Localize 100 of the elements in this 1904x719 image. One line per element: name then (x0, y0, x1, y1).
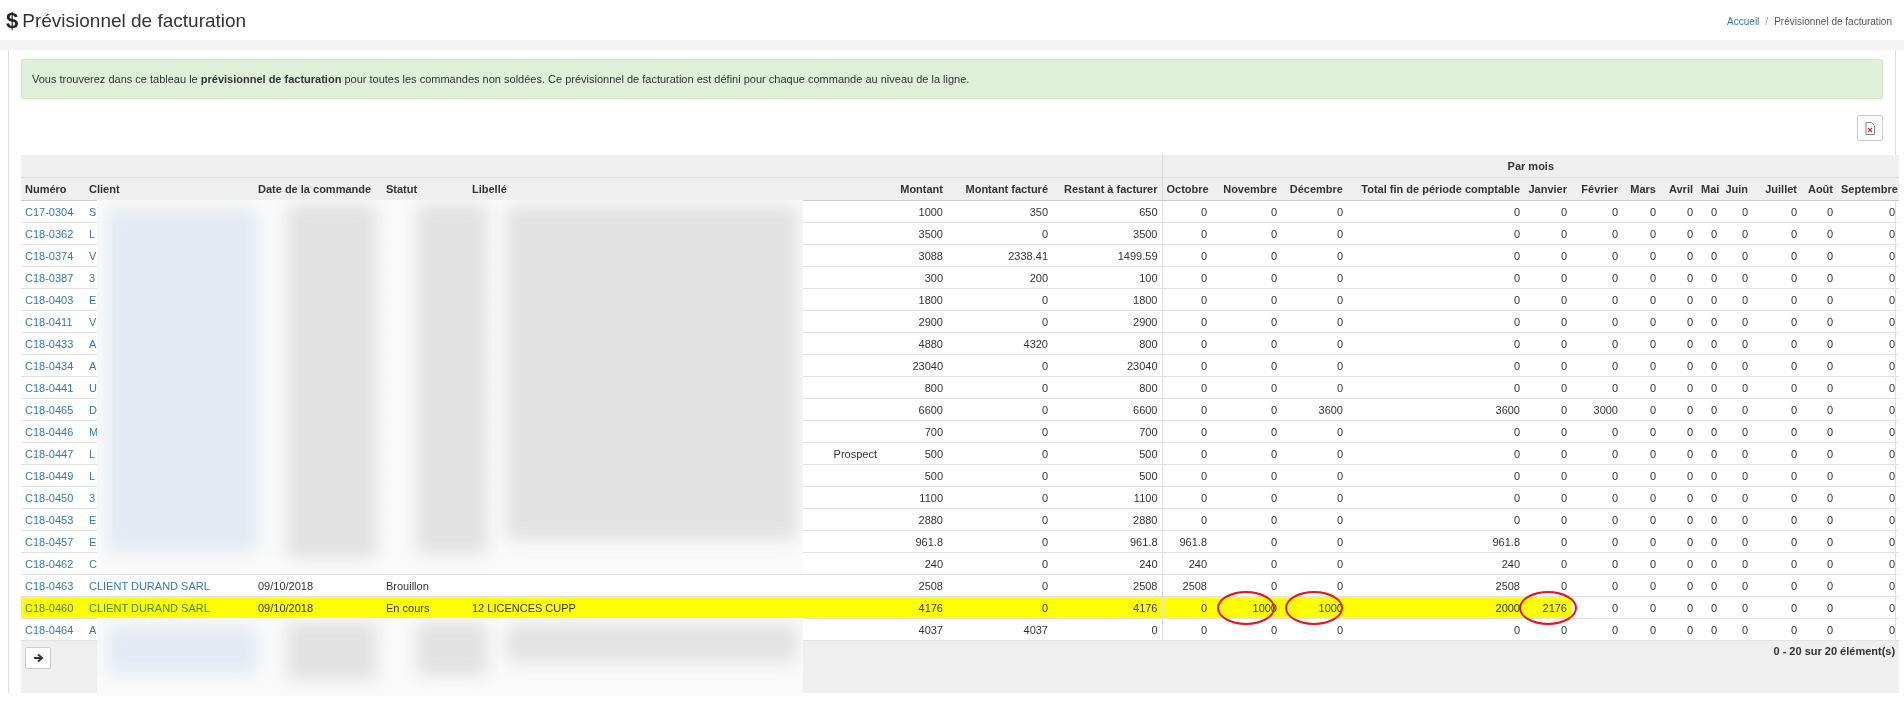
customer-link[interactable]: L (89, 227, 96, 240)
order-link[interactable]: C18-0374 (25, 249, 74, 262)
order-link[interactable]: C18-0463 (25, 579, 74, 592)
amount: 0 (1270, 491, 1277, 504)
column-header[interactable]: Octobre (1162, 177, 1211, 201)
amount: 0 (1686, 491, 1693, 504)
column-header[interactable]: Mai (1697, 177, 1721, 201)
customer-link[interactable]: 3 (89, 271, 96, 284)
amount: 0 (1741, 579, 1748, 592)
column-header[interactable]: Montant facturé (947, 177, 1052, 201)
order-link[interactable]: C18-0411 (25, 315, 73, 328)
column-header[interactable]: Libellé (468, 177, 881, 201)
amount: 4037 (918, 623, 943, 636)
order-link[interactable]: C18-0362 (25, 227, 74, 240)
breadcrumb-link[interactable]: Accueil (1727, 15, 1760, 27)
amount: 0 (1560, 623, 1567, 636)
amount: 0 (1336, 469, 1343, 482)
column-header[interactable]: Client (85, 177, 254, 201)
customer-link[interactable]: 3 (89, 491, 96, 504)
amount: 0 (1270, 293, 1277, 306)
column-header[interactable]: Février (1571, 177, 1622, 201)
order-link[interactable]: C18-0464 (25, 623, 74, 636)
order-link[interactable]: C18-0441 (25, 381, 74, 394)
order-link[interactable]: C18-0465 (25, 403, 74, 416)
order-link[interactable]: C18-0433 (25, 337, 74, 350)
customer-link[interactable]: D (89, 403, 97, 416)
order-link[interactable]: C18-0434 (25, 359, 74, 372)
amount: 0 (1611, 337, 1618, 350)
customer-link[interactable]: A (89, 623, 97, 636)
column-header[interactable]: Mars (1622, 177, 1660, 201)
amount: 200 (1029, 271, 1048, 284)
amount: 0 (1336, 513, 1343, 526)
amount: 0 (1336, 623, 1343, 636)
amount: 0 (1336, 579, 1343, 592)
amount: 0 (1041, 403, 1048, 416)
amount: 0 (1041, 579, 1048, 592)
order-link[interactable]: C17-0304 (25, 205, 74, 218)
amount: 0 (1790, 249, 1797, 262)
customer-link[interactable]: S (89, 205, 97, 218)
column-header[interactable]: Décembre (1281, 177, 1347, 201)
amount: 0 (1649, 249, 1656, 262)
amount: 0 (1826, 249, 1833, 262)
customer-link[interactable]: C (89, 557, 97, 570)
amount: 0 (1041, 425, 1048, 438)
order-link[interactable]: C18-0457 (25, 535, 74, 548)
amount: 0 (1741, 557, 1748, 570)
amount: 0 (1336, 205, 1343, 218)
customer-link[interactable]: V (89, 249, 97, 262)
amount: 0 (1686, 469, 1693, 482)
amount: 0 (1611, 271, 1618, 284)
customer-link[interactable]: CLIENT DURAND SARL (89, 579, 210, 592)
amount: 0 (1560, 425, 1567, 438)
customer-link[interactable]: M (89, 425, 99, 438)
customer-link[interactable]: A (89, 337, 97, 350)
amount: 0 (1826, 623, 1833, 636)
amount: 0 (1889, 623, 1896, 636)
column-header[interactable]: Août (1801, 177, 1837, 201)
amount: 0 (1686, 513, 1693, 526)
amount: 0 (1741, 359, 1748, 372)
column-header[interactable]: Juin (1721, 177, 1752, 201)
customer-link[interactable]: L (89, 469, 96, 482)
order-link[interactable]: C18-0450 (25, 491, 74, 504)
amount: 0 (1560, 227, 1567, 240)
next-button[interactable] (25, 647, 51, 669)
column-header[interactable]: Date de la commande (254, 177, 382, 201)
customer-link[interactable]: E (89, 293, 97, 306)
customer-link[interactable]: U (89, 381, 97, 394)
column-header[interactable]: Restant à facturer (1052, 177, 1162, 201)
column-header[interactable]: Numéro (21, 177, 85, 201)
order-link[interactable]: C18-0446 (25, 425, 74, 438)
order-link[interactable]: C18-0453 (25, 513, 74, 526)
amount: 961.8 (1492, 535, 1520, 548)
customer-link[interactable]: A (89, 359, 97, 372)
column-header[interactable]: Statut (382, 177, 468, 201)
amount: 240 (1501, 557, 1520, 570)
order-link[interactable]: C18-0387 (25, 271, 74, 284)
column-header[interactable]: Avril (1660, 177, 1697, 201)
amount: 1800 (1133, 293, 1158, 306)
customer-link[interactable]: E (89, 535, 97, 548)
customer-link[interactable]: E (89, 513, 97, 526)
column-header[interactable]: Juillet (1752, 177, 1801, 201)
order-status: Brouillon (386, 579, 429, 592)
customer-link[interactable]: V (89, 315, 97, 328)
amount: 0 (1790, 601, 1797, 614)
amount: 0 (1513, 425, 1520, 438)
order-link[interactable]: C18-0462 (25, 557, 74, 570)
order-link[interactable]: C18-0449 (25, 469, 74, 482)
column-header[interactable]: Montant (881, 177, 947, 201)
export-button[interactable] (1857, 115, 1883, 141)
column-header[interactable]: Septembre (1837, 177, 1900, 201)
amount: 0 (1826, 513, 1833, 526)
customer-link[interactable]: L (89, 447, 96, 460)
amount: 0 (1790, 227, 1797, 240)
column-header[interactable]: Novembre (1211, 177, 1281, 201)
column-header[interactable]: Janvier (1524, 177, 1571, 201)
column-header[interactable]: Total fin de période comptable (1347, 177, 1524, 201)
amount: 0 (1336, 359, 1343, 372)
amount: 0 (1649, 359, 1656, 372)
order-link[interactable]: C18-0447 (25, 447, 74, 460)
order-link[interactable]: C18-0403 (25, 293, 74, 306)
